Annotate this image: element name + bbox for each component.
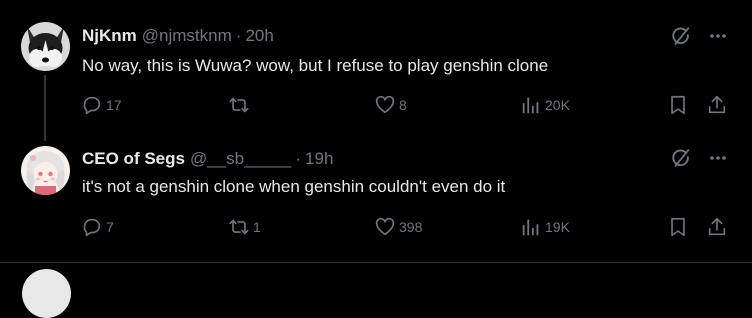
like-button[interactable]: 8: [374, 93, 407, 117]
bookmark-button[interactable]: [667, 93, 689, 117]
reply-button[interactable]: 7: [81, 215, 114, 239]
views-count: 20K: [545, 97, 570, 113]
views-count: 19K: [545, 219, 570, 235]
heart-icon: [374, 94, 396, 116]
display-name[interactable]: NjKnm: [82, 26, 137, 46]
like-button[interactable]: 398: [374, 215, 422, 239]
user-handle[interactable]: @njmstknm: [142, 26, 232, 46]
next-tweet-divider: [0, 262, 752, 318]
reply-count: 17: [106, 97, 122, 113]
reply-icon: [81, 94, 103, 116]
more-horizontal-icon[interactable]: [708, 26, 728, 51]
heart-icon: [374, 216, 396, 238]
views-button[interactable]: 20K: [520, 93, 570, 117]
display-name[interactable]: CEO of Segs: [82, 149, 185, 169]
tweet-text: No way, this is Wuwa? wow, but I refuse …: [82, 56, 549, 75]
tweet-actions: 7 1 398 19K: [0, 215, 752, 239]
share-icon: [706, 94, 728, 116]
grok-icon[interactable]: [670, 25, 692, 52]
like-count: 398: [399, 219, 423, 235]
user-handle[interactable]: @__sb_____: [190, 149, 291, 169]
like-count: 8: [399, 97, 407, 113]
reply-button[interactable]: 17: [81, 93, 122, 117]
views-chart-icon: [520, 216, 542, 238]
retweet-count: 1: [253, 219, 261, 235]
avatar[interactable]: [21, 146, 70, 195]
tweet-top-actions: [670, 25, 728, 52]
reply-count: 7: [106, 219, 114, 235]
tweet-header: NjKnm @njmstknm · 20h: [82, 25, 274, 47]
tweet-top-actions: [670, 147, 728, 174]
more-horizontal-icon[interactable]: [708, 148, 728, 173]
retweet-button[interactable]: 1: [228, 215, 261, 239]
share-button[interactable]: [706, 93, 728, 117]
bookmark-icon: [667, 94, 689, 116]
tweet[interactable]: NjKnm @njmstknm · 20h No way, this is Wu…: [0, 0, 752, 141]
bookmark-button[interactable]: [667, 215, 689, 239]
retweet-icon: [228, 94, 250, 116]
views-button[interactable]: 19K: [520, 215, 570, 239]
views-chart-icon: [520, 94, 542, 116]
tweet-header: CEO of Segs @__sb_____ · 19h: [82, 148, 333, 170]
timestamp[interactable]: 20h: [245, 26, 273, 46]
reply-icon: [81, 216, 103, 238]
timestamp[interactable]: 19h: [305, 149, 333, 169]
avatar[interactable]: [21, 22, 70, 71]
bookmark-icon: [667, 216, 689, 238]
share-icon: [706, 216, 728, 238]
tweet-actions: 17 8 20K: [0, 93, 752, 117]
separator-dot: ·: [235, 26, 242, 45]
tweet-text: it's not a genshin clone when genshin co…: [82, 177, 506, 196]
retweet-icon: [228, 216, 250, 238]
share-button[interactable]: [706, 215, 728, 239]
separator-dot: ·: [295, 149, 302, 168]
tweet[interactable]: CEO of Segs @__sb_____ · 19h it's not a …: [0, 130, 752, 260]
avatar[interactable]: [22, 269, 71, 318]
grok-icon[interactable]: [670, 147, 692, 174]
retweet-button[interactable]: [228, 93, 253, 117]
